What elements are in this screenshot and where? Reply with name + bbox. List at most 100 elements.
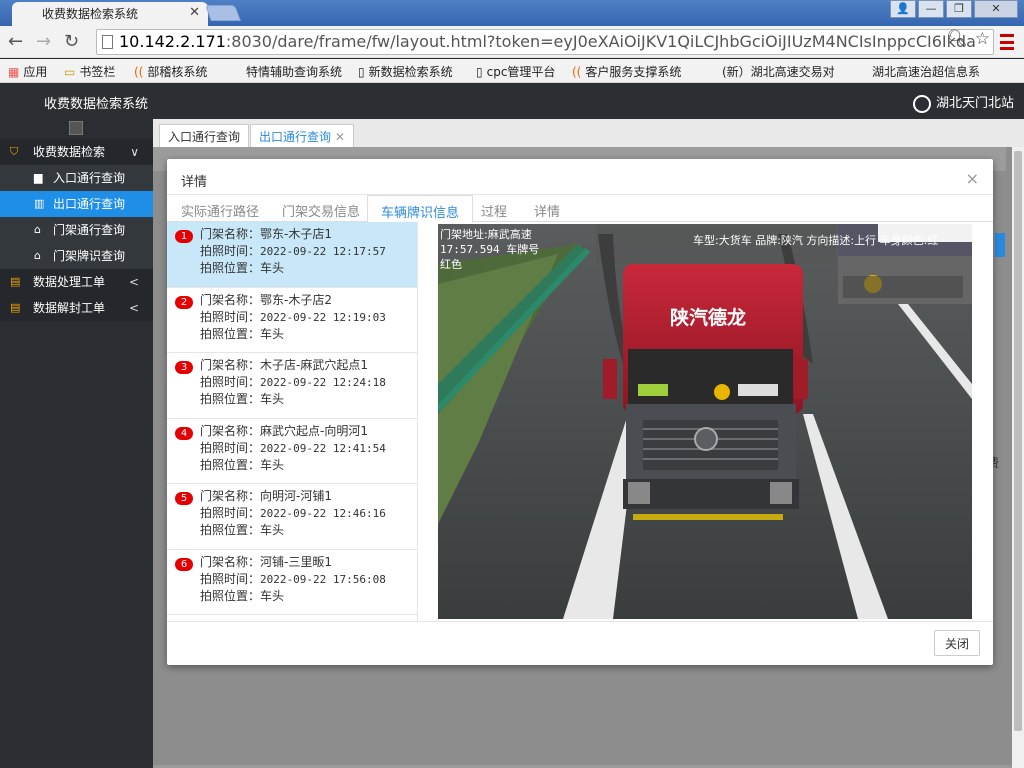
record-gantry: 门架名称：河铺-三里畈1 xyxy=(200,554,332,569)
user-menu[interactable]: 湖北天门北站 xyxy=(912,92,1014,113)
record-number-badge: 6 xyxy=(175,557,193,571)
sidebar-item[interactable]: ⌂ 门架通行查询 xyxy=(0,217,153,243)
tab-gantry-transactions[interactable]: 门架交易信息 xyxy=(282,201,360,220)
record-position: 拍照位置：车头 xyxy=(200,457,285,472)
page-icon: ▯ xyxy=(476,65,483,79)
bookmark-icon: (( xyxy=(134,65,144,79)
record-number-badge: 4 xyxy=(175,426,193,440)
bookmark-item[interactable]: ▯ cpc管理平台 xyxy=(476,63,555,80)
sidebar-item-label: 入口通行查询 xyxy=(53,171,126,185)
photo-overlay-color: 红色 xyxy=(440,257,462,271)
record-number-badge: 1 xyxy=(175,230,193,243)
bookmark-folder[interactable]: ▭ 书签栏 xyxy=(64,63,115,80)
sidebar-item[interactable]: ▆ 入口通行查询 xyxy=(0,165,153,191)
bookmark-item[interactable]: (新）湖北高速交易对 xyxy=(722,63,835,80)
app-header: 收费数据检索系统 湖北天门北站 xyxy=(0,84,1024,119)
record-position: 拍照位置：车头 xyxy=(200,588,285,603)
sidebar-item-label: 门架牌识查询 xyxy=(53,249,126,263)
chevron-left-icon: < xyxy=(128,301,139,315)
record-gantry: 门架名称：木子店-麻武穴起点1 xyxy=(200,358,368,372)
sidebar-item[interactable]: ▤ 数据处理工单 < xyxy=(0,269,153,295)
menu-icon[interactable] xyxy=(1000,34,1014,50)
home-icon: ⌂ xyxy=(34,249,41,262)
record-gantry: 门架名称：鄂东-木子店2 xyxy=(200,292,332,307)
record-position: 拍照位置：车头 xyxy=(200,326,285,341)
apps-icon: ▦ xyxy=(8,65,20,79)
sidebar-item-label: 数据处理工单 xyxy=(33,275,106,289)
record-gantry: 门架名称：麻武穴起点-向明河1 xyxy=(200,423,368,438)
chevron-down-icon: ∨ xyxy=(130,145,139,159)
shield-icon: ⛉ xyxy=(10,145,19,158)
back-icon[interactable]: ← xyxy=(8,31,23,52)
user-profile-icon[interactable]: 👤 xyxy=(890,0,916,18)
new-tab-button[interactable] xyxy=(205,5,241,21)
sidebar-item[interactable]: ⌂ 门架牌识查询 xyxy=(0,243,153,269)
browser-tabstrip: 收费数据检索系统 ✕ 👤 — ❐ ✕ xyxy=(0,0,1024,26)
bookmark-apps[interactable]: ▦ 应用 xyxy=(8,63,47,80)
vehicle-photo-graphic: 陕汽德龙 门架地址:麻武高速 17:57.594 车牌号 17:57.594 车… xyxy=(438,224,972,619)
bookmark-item[interactable]: 湖北高速治超信息系 xyxy=(872,63,980,80)
list-item[interactable]: 6 门架名称：河铺-三里畈1 拍照时间：2022-09-22 17:56:08 拍照位… xyxy=(167,550,417,615)
record-number-badge: 2 xyxy=(175,295,193,309)
zoom-icon[interactable]: 🔍︎ xyxy=(946,29,968,49)
page-tab-entry[interactable]: 入口通行查询 xyxy=(159,124,250,147)
scrollbar-thumb[interactable] xyxy=(1014,151,1022,731)
list-item[interactable]: 3 门架名称：木子店-麻武穴起点1 拍照时间：2022-09-22 12:24:18… xyxy=(167,353,417,419)
browser-tab[interactable]: 收费数据检索系统 ✕ xyxy=(12,2,208,26)
sidebar-item[interactable]: ▤ 数据解封工单 < xyxy=(0,295,153,321)
vehicle-photo: 陕汽德龙 门架地址:麻武高速 17:57.594 车牌号 17:57.594 车… xyxy=(438,224,972,619)
record-position: 拍照位置：车头 xyxy=(200,392,285,406)
sidebar-toggle-icon[interactable] xyxy=(69,121,83,135)
reload-icon[interactable]: ↻ xyxy=(64,31,79,52)
chevron-left-icon: < xyxy=(128,275,139,289)
bookmark-item[interactable]: 特情辅助查询系统 xyxy=(246,63,342,80)
close-button[interactable]: 关闭 xyxy=(934,630,980,656)
close-tab-icon[interactable]: ✕ xyxy=(189,5,200,20)
page-tabs: 入口通行查询 出口通行查询 ✕ xyxy=(153,119,1024,147)
tab-process[interactable]: 过程 xyxy=(481,201,507,220)
record-gantry: 门架名称：鄂东-木子店1 xyxy=(200,227,332,241)
forward-icon[interactable]: → xyxy=(36,31,51,52)
page-scrollbar[interactable] xyxy=(1012,147,1024,768)
browser-toolbar: ← → ↻ 10.142.2.171:8030/dare/frame/fw/la… xyxy=(0,26,1024,58)
detail-modal: 详情 × 实际通行路径 门架交易信息 车辆牌识信息 过程 详情 1 门架名称：鄂东… xyxy=(167,159,993,665)
record-number-badge: 5 xyxy=(175,492,193,505)
bookmark-icon: (( xyxy=(572,65,582,79)
car-icon: ▆ xyxy=(34,171,43,184)
chart-icon: ▥ xyxy=(34,197,45,210)
photo-overlay-time: 17:57.594 车牌号 xyxy=(440,242,539,256)
page-tab-exit[interactable]: 出口通行查询 ✕ xyxy=(250,124,354,147)
sidebar-item-label: 收费数据检索 xyxy=(33,145,106,159)
window-close-button[interactable]: ✕ xyxy=(974,0,1018,18)
restore-button[interactable]: ❐ xyxy=(946,0,972,18)
bookmarks-bar: ▦ 应用 ▭ 书签栏 ((部稽核系统 特情辅助查询系统 ▯ 新数据检索系统 ▯ cpc管… xyxy=(0,59,1024,83)
bookmark-item[interactable]: ((部稽核系统 xyxy=(134,63,207,80)
photo-overlay-info: 车型:大货车 品牌:陕汽 方向描述:上行 车身颜色:红 xyxy=(693,233,938,247)
window-controls: 👤 — ❐ ✕ xyxy=(888,0,1018,18)
modal-title: 详情 xyxy=(181,175,208,190)
tab-plate-recognition[interactable]: 车辆牌识信息 xyxy=(367,195,474,223)
sidebar-item[interactable]: ▥ 出口通行查询 xyxy=(0,191,153,217)
list-item[interactable]: 5 门架名称：向明河-河铺1 拍照时间：2022-09-22 12:46:16 拍照位… xyxy=(167,484,417,550)
record-time: 拍照时间：2022-09-22 12:41:54 xyxy=(200,440,386,455)
sidebar-menu: ⛉ 收费数据检索 ∨ ▆ 入口通行查询 ▥ 出口通行查询 ⌂ 门架通行查询 ⌂ 门架牌识查询 ▤ 数据处… xyxy=(0,139,153,321)
minimize-button[interactable]: — xyxy=(918,0,944,18)
list-item[interactable]: 2 门架名称：鄂东-木子店2 拍照时间：2022-09-22 12:19:03 拍照位… xyxy=(167,288,417,353)
page-icon: ▯ xyxy=(358,65,365,79)
address-bar[interactable]: 10.142.2.171:8030/dare/frame/fw/layout.h… xyxy=(96,29,994,55)
bookmark-item[interactable]: ▯ 新数据检索系统 xyxy=(358,63,453,80)
list-item[interactable]: 4 门架名称：麻武穴起点-向明河1 拍照时间：2022-09-22 12:41:54… xyxy=(167,419,417,484)
record-time: 拍照时间：2022-09-22 12:19:03 xyxy=(200,309,386,324)
bookmark-item[interactable]: ((客户服务支撑系统 xyxy=(572,63,681,80)
tab-details[interactable]: 详情 xyxy=(534,201,560,220)
record-time: 拍照时间：2022-09-22 12:17:57 xyxy=(200,244,386,258)
list-item[interactable]: 1 门架名称：鄂东-木子店1 拍照时间：2022-09-22 12:17:57 拍照位… xyxy=(167,222,417,288)
close-tab-icon[interactable]: ✕ xyxy=(335,130,345,144)
page-icon xyxy=(102,35,113,49)
sidebar-item-label: 数据解封工单 xyxy=(33,301,106,315)
tab-actual-path[interactable]: 实际通行路径 xyxy=(181,201,259,220)
star-icon[interactable]: ☆ xyxy=(975,29,990,49)
sidebar-item[interactable]: ⛉ 收费数据检索 ∨ xyxy=(0,139,153,165)
modal-close-icon[interactable]: × xyxy=(966,169,979,188)
record-gantry: 门架名称：向明河-河铺1 xyxy=(200,489,332,503)
